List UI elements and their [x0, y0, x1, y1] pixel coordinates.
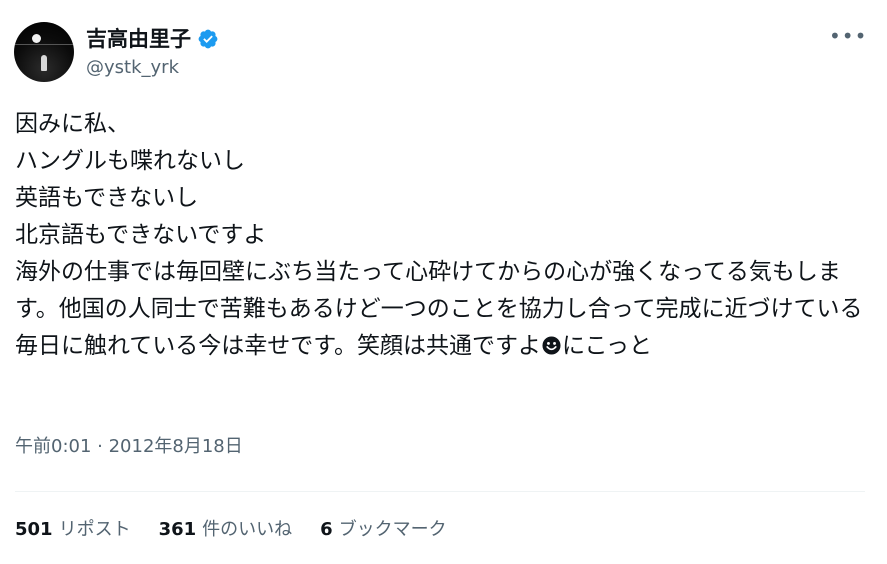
more-horizontal-icon[interactable]: •••	[829, 26, 866, 52]
verified-badge-icon[interactable]	[197, 28, 219, 50]
tweet-text: 因みに私、 ハングルも喋れないし 英語もできないし 北京語もできないですよ 海外…	[15, 106, 875, 365]
bookmark-count-link[interactable]: 6 ブックマーク	[320, 517, 447, 543]
avatar[interactable]	[14, 22, 74, 82]
like-count-link[interactable]: 361 件のいいね	[159, 517, 293, 543]
author-name-row: 吉高由里子	[86, 26, 219, 52]
like-label: 件のいいね	[202, 519, 293, 540]
retweet-label: リポスト	[58, 519, 131, 540]
retweet-count: 501	[15, 519, 53, 540]
figure-graphic	[41, 55, 47, 71]
smiling-face-emoji	[542, 336, 561, 355]
retweet-count-link[interactable]: 501 リポスト	[15, 517, 131, 543]
divider	[15, 491, 865, 492]
author-handle[interactable]: @ystk_yrk	[86, 56, 179, 80]
tweet-text-tail: にこっと	[562, 333, 652, 359]
engagement-stats: 501 リポスト 361 件のいいね 6 ブックマーク	[15, 517, 475, 543]
horizon-graphic	[14, 44, 74, 45]
moon-graphic	[32, 34, 41, 43]
bookmark-label: ブックマーク	[338, 519, 447, 540]
tweet-timestamp[interactable]: 午前0:01 · 2012年8月18日	[15, 434, 243, 460]
bookmark-count: 6	[320, 519, 333, 540]
author-display-name[interactable]: 吉高由里子	[86, 26, 191, 52]
tweet-text-main: 因みに私、 ハングルも喋れないし 英語もできないし 北京語もできないですよ 海外…	[15, 111, 863, 359]
tweet-header: 吉高由里子 @ystk_yrk •••	[14, 22, 867, 84]
like-count: 361	[158, 519, 197, 540]
